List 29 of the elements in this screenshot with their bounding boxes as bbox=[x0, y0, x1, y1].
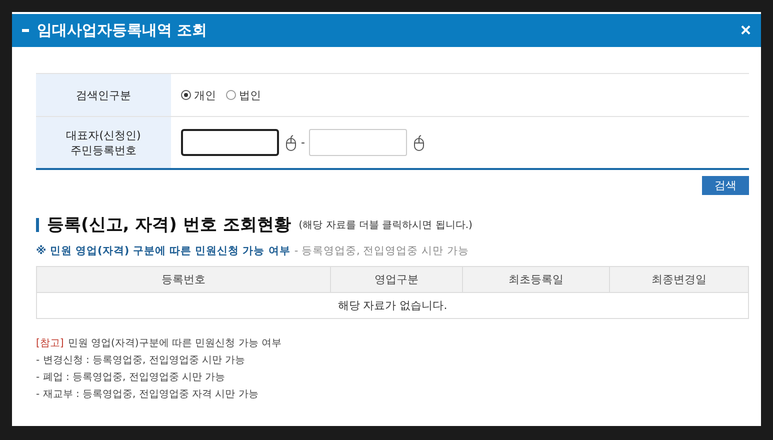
reference-line: - 폐업 : 등록영업중, 전입영업중 시만 가능 bbox=[36, 371, 226, 385]
heading-bar-icon bbox=[36, 218, 39, 232]
close-button[interactable]: × bbox=[740, 20, 751, 41]
search-button[interactable]: 검색 bbox=[702, 176, 749, 195]
mouse-icon[interactable] bbox=[285, 134, 297, 150]
form-label: 검색인구분 bbox=[36, 74, 171, 117]
column-header: 최초등록일 bbox=[463, 267, 610, 293]
dash-icon bbox=[22, 29, 29, 32]
reference-line: - 재교부 : 등록영업중, 전입영업중 자격 시만 가능 bbox=[36, 388, 260, 402]
form-label: 대표자(신청인) 주민등록번호 bbox=[36, 117, 171, 168]
reference-line: - 변경신청 : 등록영업중, 전입영업중 시만 가능 bbox=[36, 354, 246, 368]
radio-label[interactable]: 개인 bbox=[194, 88, 216, 102]
reference-tag: [참고] bbox=[36, 338, 64, 349]
window-title: 임대사업자등록내역 조회 bbox=[37, 21, 208, 40]
radio-button[interactable] bbox=[181, 90, 191, 100]
empty-message: 해당 자료가 없습니다. bbox=[336, 298, 448, 314]
reference-text: 민원 영업(자격)구분에 따른 민원신청 가능 여부 bbox=[68, 338, 282, 349]
column-header: 등록번호 bbox=[37, 267, 331, 293]
section-hint: (해당 자료를 더블 클릭하시면 됩니다.) bbox=[298, 218, 472, 232]
separator-text: - bbox=[301, 136, 305, 149]
column-header: 영업구분 bbox=[331, 267, 463, 293]
radio-label[interactable]: 법인 bbox=[239, 88, 261, 102]
notice-title: ※ 민원 영업(자격) 구분에 따른 민원신청 가능 여부 bbox=[36, 245, 290, 257]
radio-button[interactable] bbox=[226, 90, 236, 100]
mouse-icon[interactable] bbox=[412, 134, 425, 150]
input-field[interactable] bbox=[181, 129, 279, 156]
notice-detail: - 등록영업중, 전입영업중 시만 가능 bbox=[294, 245, 469, 257]
column-header: 최종변경일 bbox=[610, 267, 748, 293]
section-title: 등록(신고, 자격) 번호 조회현황 bbox=[47, 214, 291, 236]
